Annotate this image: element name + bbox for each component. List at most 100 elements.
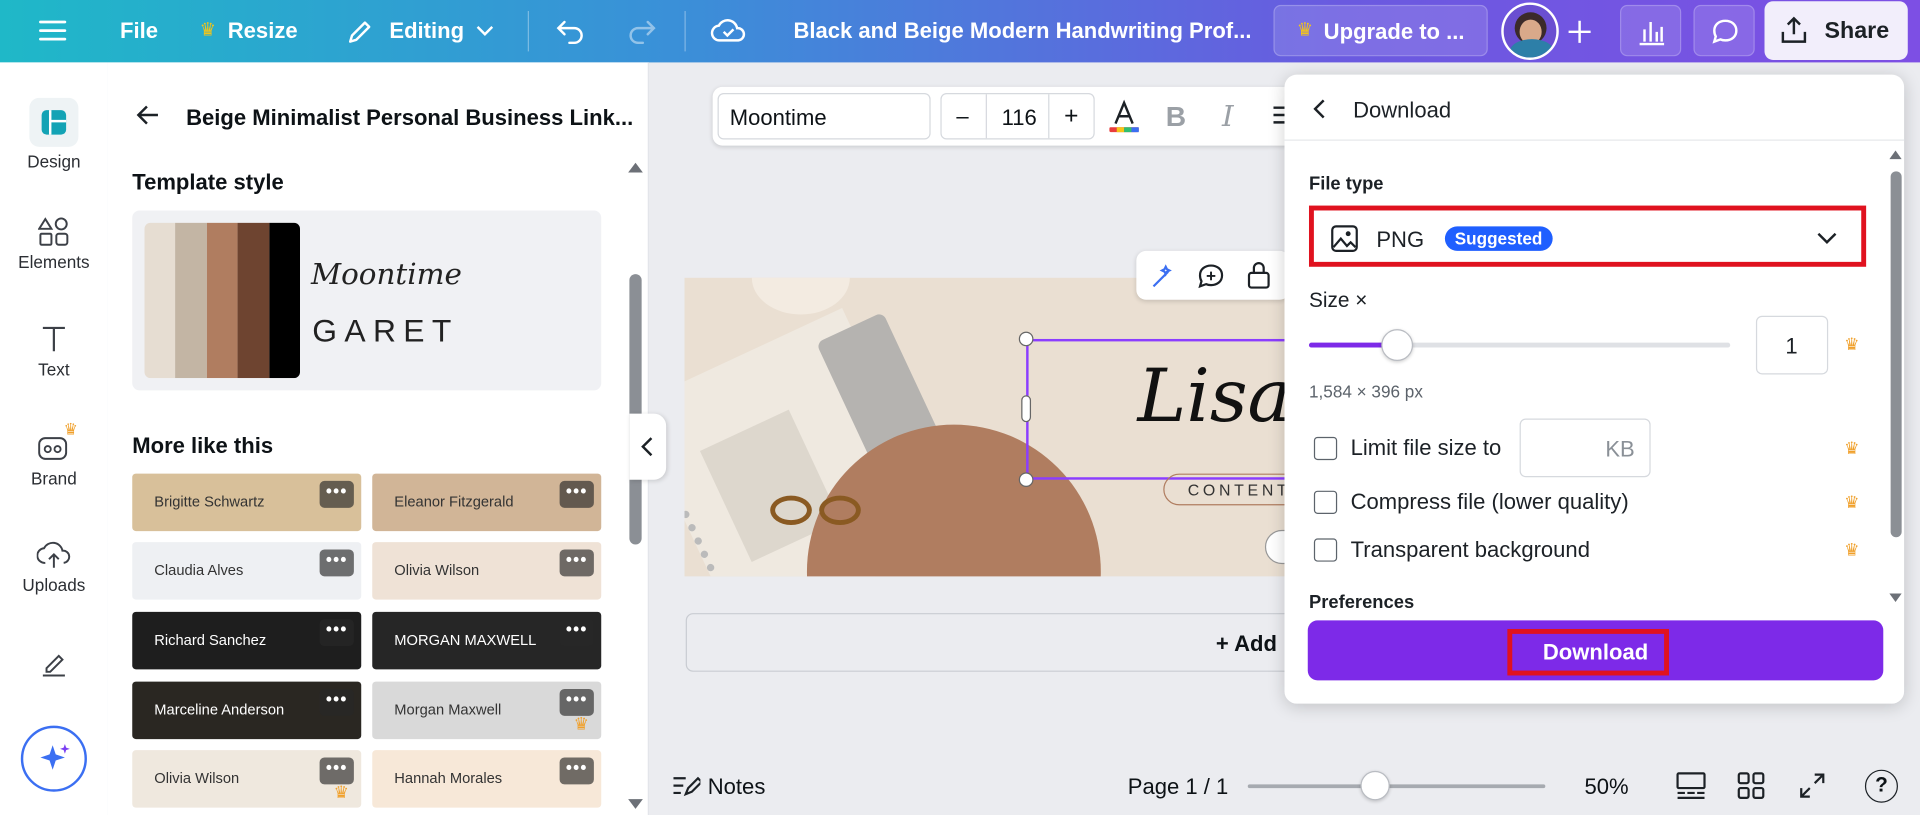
- undo-icon[interactable]: [553, 16, 587, 45]
- pages-view-icon[interactable]: [1675, 771, 1707, 800]
- template-style-card[interactable]: Moontime GARET: [132, 210, 602, 391]
- comments-button[interactable]: [1693, 4, 1755, 57]
- upgrade-button[interactable]: ♛ Upgrade to ...: [1273, 4, 1488, 57]
- zoom-level[interactable]: 50%: [1585, 775, 1629, 801]
- design-canvas[interactable]: Lisa CONTENT: [684, 277, 1322, 577]
- more-options-icon[interactable]: •••: [559, 619, 594, 647]
- add-page-button[interactable]: + Add: [685, 613, 1323, 672]
- document-title[interactable]: Black and Beige Modern Handwriting Prof.…: [793, 18, 1251, 44]
- more-options-icon[interactable]: •••: [319, 757, 354, 785]
- resize-handle[interactable]: [1018, 472, 1034, 488]
- zoom-slider-thumb[interactable]: [1361, 770, 1391, 801]
- scroll-up-arrow[interactable]: [1889, 150, 1902, 160]
- bold-icon[interactable]: B: [1166, 100, 1186, 133]
- insights-button[interactable]: [1620, 4, 1682, 57]
- glasses-lens-icon: [819, 495, 861, 525]
- file-type-select[interactable]: PNG Suggested: [1308, 205, 1867, 267]
- size-input-value: 1: [1785, 334, 1798, 359]
- rail-item-elements[interactable]: Elements: [0, 215, 108, 272]
- lock-icon[interactable]: [1245, 261, 1272, 290]
- size-slider-track[interactable]: [1308, 329, 1731, 361]
- share-button[interactable]: Share: [1764, 1, 1908, 60]
- menu-icon[interactable]: [37, 16, 69, 45]
- add-collaborator-icon[interactable]: [1564, 16, 1596, 48]
- page-indicator[interactable]: Page 1 / 1: [1128, 775, 1229, 801]
- more-like-this-heading: More like this: [132, 433, 274, 458]
- magic-assistant-button[interactable]: [20, 725, 87, 792]
- template-tile[interactable]: Richard Sanchez •••: [132, 611, 362, 670]
- back-arrow-icon[interactable]: [1309, 98, 1331, 120]
- grid-view-icon[interactable]: [1736, 771, 1765, 800]
- rail-item-brand[interactable]: ♛ Brand: [0, 420, 108, 489]
- bar-chart-icon: [1636, 16, 1668, 48]
- canvas-name-text[interactable]: Lisa: [1138, 354, 1292, 440]
- more-options-icon[interactable]: •••: [559, 549, 594, 577]
- template-tile[interactable]: Claudia Alves •••: [132, 542, 362, 600]
- add-comment-icon[interactable]: [1195, 261, 1227, 293]
- collapse-panel-button[interactable]: [629, 413, 667, 480]
- text-color-icon[interactable]: [1106, 99, 1143, 136]
- chevron-down-icon[interactable]: [475, 22, 495, 39]
- resize-handle[interactable]: [1021, 395, 1032, 423]
- more-options-icon[interactable]: •••: [319, 688, 354, 716]
- notes-button[interactable]: Notes: [708, 775, 766, 801]
- resize-handle[interactable]: [1018, 331, 1034, 347]
- template-tile[interactable]: Hannah Morales •••: [372, 750, 602, 808]
- kb-unit: KB: [1605, 436, 1635, 462]
- more-options-icon[interactable]: •••: [319, 549, 354, 577]
- magic-edit-icon[interactable]: [1149, 262, 1178, 291]
- template-tile[interactable]: Olivia Wilson •••: [372, 542, 602, 600]
- more-options-icon[interactable]: •••: [559, 757, 594, 785]
- template-tile[interactable]: MORGAN MAXWELL •••: [372, 611, 602, 670]
- notes-icon[interactable]: [671, 772, 701, 799]
- more-options-icon[interactable]: •••: [319, 480, 354, 508]
- redo-icon[interactable]: [624, 16, 658, 45]
- scroll-up-arrow[interactable]: [628, 162, 643, 173]
- cloud-saved-icon[interactable]: [710, 15, 747, 47]
- crown-icon: ♛: [199, 19, 217, 41]
- template-tile[interactable]: Marceline Anderson •••: [132, 681, 362, 740]
- size-slider-thumb[interactable]: [1381, 329, 1414, 361]
- zoom-slider-track[interactable]: [1247, 770, 1546, 801]
- template-tile[interactable]: Olivia Wilson ••• ♛: [132, 750, 362, 808]
- font-size-decrease[interactable]: –: [956, 104, 968, 130]
- font-size-increase[interactable]: +: [1064, 103, 1078, 131]
- help-icon[interactable]: ?: [1864, 769, 1898, 803]
- pencil-icon[interactable]: [344, 16, 376, 48]
- rail-item-design[interactable]: Design: [0, 97, 108, 171]
- download-button[interactable]: Download: [1307, 620, 1884, 681]
- rail-item-text[interactable]: Text: [0, 323, 108, 379]
- back-arrow-icon[interactable]: [135, 102, 162, 129]
- file-menu[interactable]: File: [120, 18, 158, 44]
- top-bar: File ♛ Resize Editing Black and Beige Mo…: [0, 0, 1920, 63]
- font-size-input[interactable]: 116: [985, 94, 1050, 139]
- limit-file-size-checkbox[interactable]: [1313, 436, 1338, 461]
- crown-icon: ♛: [1844, 438, 1860, 458]
- file-size-limit-input[interactable]: KB: [1519, 418, 1651, 478]
- template-tile[interactable]: Morgan Maxwell ••• ♛: [372, 681, 602, 740]
- editing-mode-button[interactable]: Editing: [389, 18, 464, 44]
- template-tile-text: Morgan Maxwell: [394, 701, 502, 719]
- download-scrollbar[interactable]: [1890, 171, 1902, 538]
- font-size-stepper[interactable]: – 116 +: [940, 93, 1095, 140]
- panel-scrollbar[interactable]: [629, 274, 642, 545]
- compress-file-checkbox[interactable]: [1313, 490, 1338, 514]
- font-family-select[interactable]: Moontime: [717, 93, 931, 140]
- add-page-label: + Add: [1215, 631, 1277, 656]
- template-tile[interactable]: Brigitte Schwartz •••: [132, 473, 362, 532]
- scroll-down-arrow[interactable]: [1889, 593, 1902, 603]
- rail-item-uploads[interactable]: Uploads: [0, 538, 108, 595]
- more-options-icon[interactable]: •••: [559, 688, 594, 716]
- avatar[interactable]: [1501, 2, 1559, 60]
- template-tile-text: Brigitte Schwartz: [154, 493, 265, 511]
- template-tile[interactable]: Eleanor Fitzgerald •••: [372, 473, 602, 532]
- more-options-icon[interactable]: •••: [559, 480, 594, 508]
- rail-item-draw[interactable]: [0, 647, 108, 679]
- transparent-background-checkbox[interactable]: [1313, 538, 1338, 562]
- more-options-icon[interactable]: •••: [319, 619, 354, 647]
- resize-button[interactable]: Resize: [228, 18, 298, 44]
- fullscreen-icon[interactable]: [1798, 771, 1827, 800]
- italic-icon[interactable]: I: [1222, 99, 1234, 133]
- scroll-down-arrow[interactable]: [628, 799, 643, 809]
- size-input[interactable]: 1: [1755, 315, 1829, 375]
